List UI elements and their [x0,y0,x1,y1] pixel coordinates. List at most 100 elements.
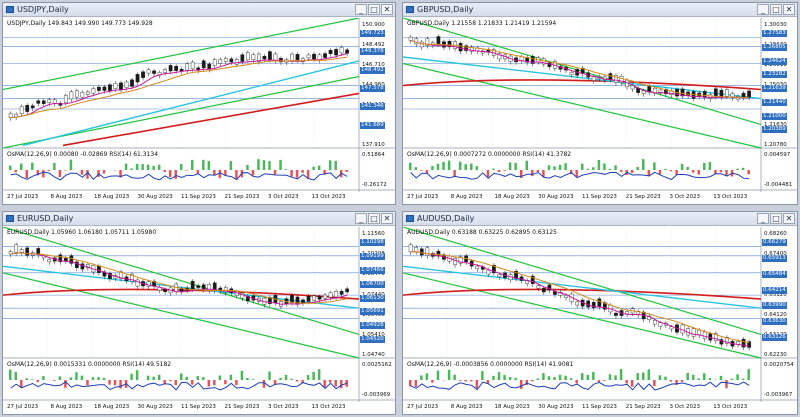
osma-bar [592,372,595,380]
oscillator-info: OsMA(12,26,9) 0.0007272 0.0000000 RSI(14… [407,151,572,158]
osma-bar [603,163,606,170]
candle [212,59,217,67]
chart-window-eurusd[interactable]: EURUSD,Daily _ □ ✕ EURUSD,Daily 1.05960 … [2,211,396,415]
close-button[interactable]: ✕ [783,4,795,15]
minimize-button[interactable]: _ [355,4,367,15]
price-level-tag: 147.578 [360,85,385,92]
maximize-button[interactable]: □ [368,213,380,224]
minimize-button[interactable]: _ [757,4,769,15]
price-level-tag: 149.723 [360,30,385,37]
date-axis-label: 8 Aug 2023 [50,194,83,200]
osma-bar [268,161,271,170]
candle [240,54,245,62]
osma-bar [251,170,255,176]
candle [747,90,751,98]
window-titlebar[interactable]: EURUSD,Daily _ □ ✕ [3,212,395,226]
oscillator-axis-label: 0.0020754 [764,362,794,368]
osma-bar [575,380,578,384]
close-button[interactable]: ✕ [381,213,393,224]
osma-bar [284,169,288,170]
osma-bar [80,170,84,175]
osma-bar [514,377,517,380]
minimize-button[interactable]: _ [355,213,367,224]
osma-bar [747,170,750,175]
candle [102,86,107,91]
maximize-button[interactable]: □ [770,213,782,224]
osma-bar [312,166,315,170]
candle [74,90,79,98]
candle [497,274,502,278]
osma-bar [196,375,200,380]
osma-bar [328,380,332,383]
candle [19,249,24,253]
osma-bar [581,373,584,380]
osma-bar [191,159,194,170]
osma-bar [113,380,117,386]
osma-bar [42,376,45,380]
candle [306,295,311,302]
chart-window-usdjpy[interactable]: USDJPY,Daily _ □ ✕ USDJPY,Daily 149.843 … [2,2,396,205]
chart-area[interactable]: AUDUSD,Daily 0.63188 0.63225 0.62895 0.6… [403,227,797,414]
chart-area[interactable]: GBPUSD,Daily 1.21558 1.21833 1.21419 1.2… [403,18,797,204]
osma-bar [686,167,689,170]
minimize-button[interactable]: _ [757,213,769,224]
osma-bar [312,371,315,380]
price-level-tag: 1.04928 [360,322,385,330]
osma-bar [425,373,429,380]
date-axis-label: 21 Sep 2023 [224,404,260,410]
osma-bar [168,170,172,178]
date-axis-label: 21 Sep 2023 [625,404,661,410]
osma-bar [697,170,701,175]
candle [91,88,96,94]
osma-bar [207,161,211,170]
osma-bar [497,372,501,380]
candle [658,322,663,327]
osma-bar [240,370,244,380]
osma-bar [436,163,440,170]
osma-bar [636,373,639,380]
chart-window-gbpusd[interactable]: GBPUSD,Daily _ □ ✕ GBPUSD,Daily 1.21558 … [402,2,798,205]
osma-bar [157,374,161,380]
candle [658,89,663,93]
candle [713,88,718,97]
osma-bar [202,159,205,170]
osma-bar [741,378,745,380]
osma-bar [608,374,612,380]
osma-bar [653,380,656,387]
candle [41,100,46,104]
window-title: AUDUSD,Daily [417,214,475,223]
osma-bar [345,170,348,172]
osma-bar [420,375,423,380]
chart-window-audusd[interactable]: AUDUSD,Daily _ □ ✕ AUDUSD,Daily 0.63188 … [402,211,798,415]
osma-bar [279,377,282,380]
osma-bar [14,170,17,173]
osma-bar [630,170,634,173]
osma-bar [251,379,255,380]
price-level-tag: 0.65913 [762,254,787,262]
osma-bar [725,170,728,176]
date-axis-label: 21 Sep 2023 [224,194,260,200]
osma-bar [492,168,495,170]
osma-bar [268,371,271,380]
candle [419,248,424,256]
osma-bar [464,380,467,382]
osma-bar [334,380,337,387]
window-titlebar[interactable]: USDJPY,Daily _ □ ✕ [3,3,395,17]
close-button[interactable]: ✕ [381,4,393,15]
chart-area[interactable]: EURUSD,Daily 1.05960 1.06180 1.05711 1.0… [3,227,395,414]
osma-bar [691,170,695,173]
maximize-button[interactable]: □ [770,4,782,15]
window-titlebar[interactable]: AUDUSD,Daily _ □ ✕ [403,212,797,226]
candle [229,58,234,63]
maximize-button[interactable]: □ [368,4,380,15]
candle [135,74,140,83]
osma-bar [64,170,67,171]
chart-area[interactable]: USDJPY,Daily 149.843 149.990 149.773 149… [3,18,395,204]
osma-bar [295,380,299,382]
window-titlebar[interactable]: GBPUSD,Daily _ □ ✕ [403,3,797,17]
candle [475,265,480,270]
price-level-tag: 148.492 [360,66,385,74]
close-button[interactable]: ✕ [783,213,795,224]
osma-bar [547,165,551,170]
osma-bar [185,170,188,171]
